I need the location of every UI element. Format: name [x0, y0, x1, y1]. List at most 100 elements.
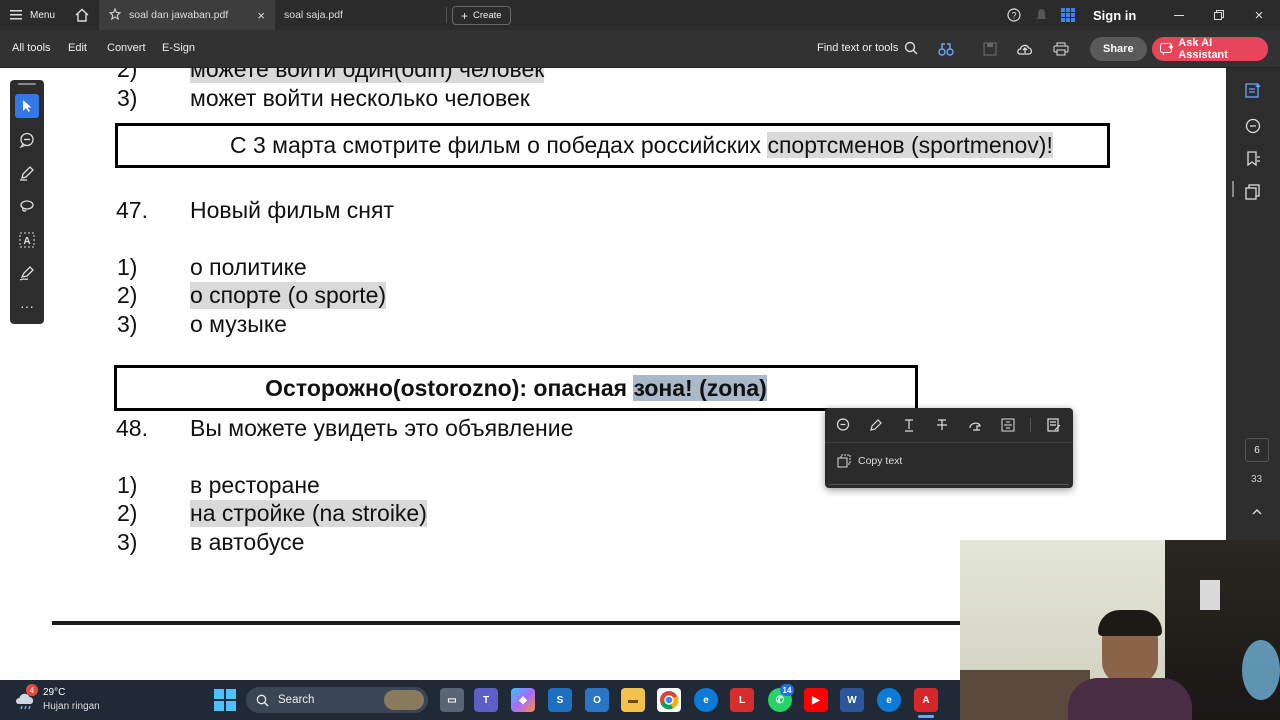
- insert-text-icon[interactable]: [966, 416, 984, 434]
- pages-icon[interactable]: [1244, 183, 1262, 201]
- star-icon[interactable]: [108, 7, 122, 23]
- share-label: Share: [1103, 43, 1134, 55]
- warning-sign-box: Осторожно(ostorozno): опасная зона! (zon…: [114, 365, 918, 411]
- more-tools-icon[interactable]: ···: [15, 294, 39, 318]
- scrollbar-thumb[interactable]: [1232, 181, 1234, 197]
- sign-in-link[interactable]: Sign in: [1093, 8, 1136, 23]
- active-app-indicator: [918, 715, 934, 718]
- warning-selected[interactable]: зона! (zona): [633, 374, 767, 401]
- toolbar-convert[interactable]: Convert: [107, 42, 146, 54]
- weather-cloud-icon[interactable]: 4: [14, 684, 38, 710]
- option-text: может войти несколько человек: [190, 85, 530, 111]
- toolbar-all-tools[interactable]: All tools: [12, 42, 51, 54]
- ai-document-icon[interactable]: [1244, 81, 1262, 99]
- whatsapp-icon[interactable]: ✆ 14: [768, 684, 794, 712]
- plus-icon: +: [461, 8, 469, 23]
- ask-ai-assistant-button[interactable]: Ask AI Assistant: [1152, 37, 1268, 61]
- copy-icon: [837, 454, 851, 468]
- youtube-icon[interactable]: ▶: [804, 688, 828, 712]
- word-icon[interactable]: W: [840, 688, 864, 712]
- acrobat-icon[interactable]: A: [914, 688, 938, 712]
- tab-soal-dan-jawaban[interactable]: soal dan jawaban.pdf ×: [99, 0, 275, 30]
- strikethrough-icon[interactable]: [933, 416, 951, 434]
- tab-label: soal saja.pdf: [284, 9, 343, 21]
- close-tab-icon[interactable]: ×: [257, 8, 265, 23]
- l-app-icon[interactable]: L: [730, 688, 754, 712]
- chrome-icon[interactable]: [657, 688, 681, 712]
- windows-start-icon[interactable]: [214, 689, 236, 711]
- option-text: в автобусе: [190, 529, 305, 555]
- create-button[interactable]: + Create: [452, 6, 511, 25]
- bell-icon[interactable]: [1033, 7, 1049, 23]
- menu-button[interactable]: Menu: [10, 7, 55, 23]
- comment-tool-icon[interactable]: [15, 128, 39, 152]
- find-label: Find text or tools: [817, 42, 899, 54]
- bookmark-icon[interactable]: [1244, 150, 1262, 168]
- weather-badge: 4: [26, 684, 38, 696]
- edge-icon[interactable]: e: [694, 688, 718, 712]
- drag-handle[interactable]: [18, 83, 36, 85]
- notes-icon[interactable]: [1045, 416, 1063, 434]
- lasso-draw-icon[interactable]: [15, 194, 39, 218]
- option-text-highlighted: о спорте (o sporte): [190, 282, 387, 309]
- print-icon[interactable]: [1052, 40, 1070, 58]
- option-text: о музыке: [190, 311, 287, 337]
- question-text: Вы можете увидеть это объявление: [190, 415, 574, 441]
- option-text: о политике: [190, 254, 307, 280]
- help-icon[interactable]: ?: [1006, 7, 1022, 23]
- taskbar-search[interactable]: Search: [246, 687, 428, 713]
- home-icon[interactable]: [72, 6, 92, 24]
- text-select-icon[interactable]: A: [15, 228, 39, 252]
- svg-text:A: A: [23, 236, 30, 247]
- option-number: 3): [117, 529, 138, 555]
- toolbar-esign[interactable]: E-Sign: [162, 42, 195, 54]
- ai-sparkle-icon: [1160, 42, 1174, 55]
- outlook-icon[interactable]: O: [585, 688, 609, 712]
- tab-soal-saja[interactable]: soal saja.pdf: [276, 0, 446, 30]
- announcement-plain: С 3 марта смотрите фильм о победах росси…: [230, 132, 768, 158]
- underline-icon[interactable]: [900, 416, 918, 434]
- edge-dev-icon[interactable]: S: [548, 688, 572, 712]
- close-window-icon[interactable]: ×: [1250, 6, 1268, 24]
- replace-text-icon[interactable]: [999, 416, 1017, 434]
- announcement-highlight: спортсменов (sportmenov)!: [767, 132, 1053, 158]
- webcam-hair: [1098, 610, 1162, 636]
- share-button[interactable]: Share: [1090, 37, 1147, 61]
- previous-page-icon[interactable]: [1248, 504, 1266, 518]
- highlight-icon[interactable]: [867, 416, 885, 434]
- copy-text-button[interactable]: Copy text: [837, 452, 902, 470]
- question-number: 47.: [116, 197, 148, 223]
- quick-tools-panel: A ···: [10, 80, 44, 324]
- edge-icon[interactable]: e: [877, 688, 901, 712]
- sign-pen-icon[interactable]: [15, 261, 39, 285]
- option-text-highlighted: на стройке (na stroike): [190, 500, 427, 527]
- apps-grid-icon[interactable]: [1060, 7, 1076, 23]
- option-number: 2): [117, 282, 138, 308]
- option-number: 3): [117, 311, 138, 337]
- restore-icon[interactable]: [1210, 6, 1228, 24]
- upload-cloud-icon[interactable]: [1016, 40, 1034, 58]
- copy-label: Copy text: [858, 455, 903, 467]
- minimize-icon[interactable]: [1170, 6, 1188, 24]
- comments-icon[interactable]: [1244, 117, 1262, 135]
- toolbar-edit[interactable]: Edit: [68, 42, 87, 54]
- highlight-pen-icon[interactable]: [15, 161, 39, 185]
- question-number: 48.: [116, 415, 148, 441]
- webcam-fan: [1242, 640, 1280, 700]
- find-text-or-tools[interactable]: Find text or tools: [817, 41, 918, 55]
- compare-icon[interactable]: [937, 40, 955, 58]
- temperature: 29°C: [43, 687, 66, 698]
- text-selection-popup: Copy text: [825, 408, 1073, 488]
- search-icon: [256, 694, 269, 706]
- teams-icon[interactable]: T: [474, 688, 498, 712]
- save-icon[interactable]: [981, 40, 999, 58]
- select-tool-icon[interactable]: [15, 94, 39, 118]
- add-comment-icon[interactable]: [834, 416, 852, 434]
- webcam-poster: [1200, 580, 1220, 610]
- copilot-icon[interactable]: ◆: [511, 688, 535, 712]
- option-text: в ресторане: [190, 472, 320, 498]
- task-view-icon[interactable]: ▭: [440, 688, 464, 712]
- current-page-field[interactable]: 6: [1245, 438, 1269, 462]
- file-explorer-icon[interactable]: ▬: [621, 688, 645, 712]
- option-number: 3): [117, 85, 138, 111]
